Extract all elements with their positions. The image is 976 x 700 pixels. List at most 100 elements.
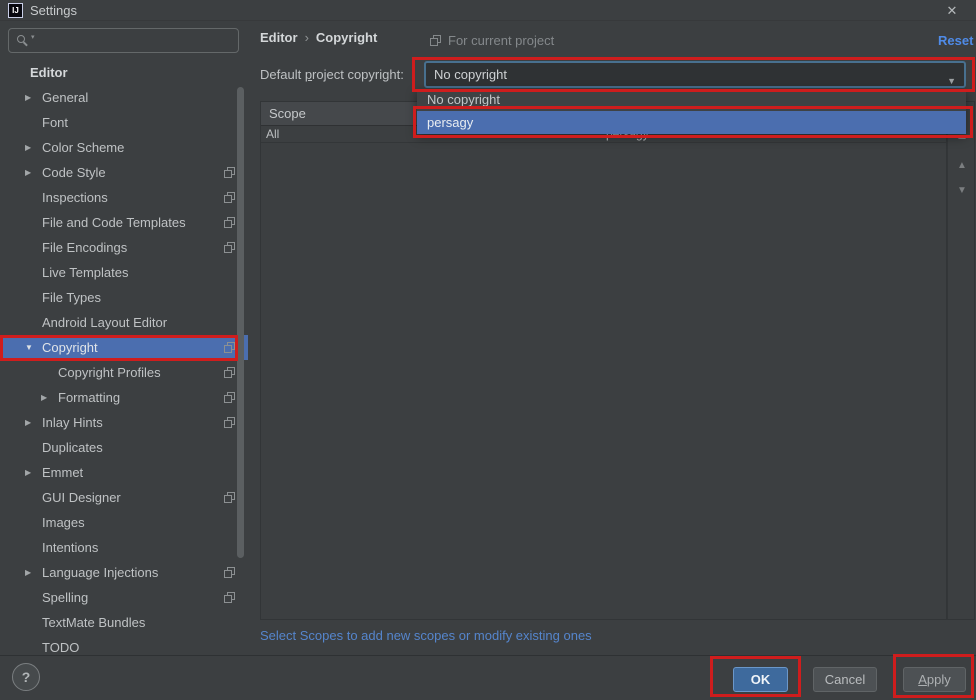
default-copyright-label: Default project copyright:: [260, 67, 404, 82]
sidebar-item[interactable]: Duplicates: [0, 435, 248, 460]
sidebar-item[interactable]: ▶ General: [0, 85, 248, 110]
dialog-footer: ? OK Cancel Apply: [0, 655, 976, 700]
per-project-icon: [224, 367, 235, 378]
settings-tree-panel: Editor ▶ General Font ▶ Color Scheme ▶ C…: [0, 60, 248, 655]
sidebar-item-label: Language Injections: [42, 565, 158, 580]
sidebar-item[interactable]: Copyright Profiles: [0, 360, 248, 385]
breadcrumb-section[interactable]: Editor: [260, 30, 298, 45]
breadcrumb-page: Copyright: [316, 30, 377, 45]
per-project-icon: [224, 592, 235, 603]
settings-tree: ▶ General Font ▶ Color Scheme ▶ Code Sty…: [0, 85, 248, 655]
move-down-icon[interactable]: ▼: [948, 185, 976, 196]
apply-button[interactable]: Apply: [903, 667, 966, 692]
per-project-icon: [224, 417, 235, 428]
dropdown-option-persagy[interactable]: persagy: [417, 111, 966, 134]
sidebar-item-label: Color Scheme: [42, 140, 124, 155]
tree-toggle-icon[interactable]: ▶: [24, 143, 42, 152]
per-project-icon: [224, 242, 235, 253]
sidebar-item[interactable]: TextMate Bundles: [0, 610, 248, 635]
breadcrumb-separator-icon: ›: [305, 30, 309, 45]
dropdown-option-no-copyright[interactable]: No copyright: [417, 89, 966, 111]
tree-toggle-icon[interactable]: ▶: [24, 568, 42, 577]
window-titlebar: IJ Settings ✕: [0, 0, 976, 21]
table-toolbar: − ▲ ▼: [947, 101, 975, 620]
sidebar-item[interactable]: Live Templates: [0, 260, 248, 285]
default-copyright-combobox[interactable]: No copyright ▼: [424, 61, 966, 88]
per-project-icon: [224, 492, 235, 503]
settings-search-box[interactable]: ▾: [8, 28, 239, 53]
move-up-icon[interactable]: ▲: [948, 160, 976, 171]
tree-section-editor: Editor: [0, 60, 248, 85]
sidebar-item-label: Images: [42, 515, 85, 530]
intellij-logo-icon: IJ: [8, 3, 23, 18]
combobox-value: No copyright: [434, 67, 507, 82]
sidebar-item-label: Inspections: [42, 190, 108, 205]
sidebar-item[interactable]: Images: [0, 510, 248, 535]
sidebar-item-label: TextMate Bundles: [42, 615, 145, 630]
sidebar-scrollbar-thumb[interactable]: [237, 87, 244, 558]
sidebar-item-label: Android Layout Editor: [42, 315, 167, 330]
sidebar-item[interactable]: File Encodings: [0, 235, 248, 260]
sidebar-item[interactable]: File Types: [0, 285, 248, 310]
sidebar-item[interactable]: Intentions: [0, 535, 248, 560]
sidebar-item[interactable]: ▶ Language Injections: [0, 560, 248, 585]
sidebar-item[interactable]: File and Code Templates: [0, 210, 248, 235]
tree-toggle-icon[interactable]: ▶: [24, 93, 42, 102]
tree-toggle-icon[interactable]: ▼: [24, 343, 42, 352]
for-current-project-label: For current project: [430, 33, 554, 48]
sidebar-item-label: Inlay Hints: [42, 415, 103, 430]
sidebar-item[interactable]: Inspections: [0, 185, 248, 210]
sidebar-item[interactable]: ▶ Emmet: [0, 460, 248, 485]
tree-toggle-icon[interactable]: ▶: [24, 418, 42, 427]
sidebar-item[interactable]: GUI Designer: [0, 485, 248, 510]
sidebar-item-label: Live Templates: [42, 265, 128, 280]
sidebar-item-label: Font: [42, 115, 68, 130]
cancel-button[interactable]: Cancel: [813, 667, 877, 692]
tree-toggle-icon[interactable]: ▶: [24, 468, 42, 477]
sidebar-item-label: File Types: [42, 290, 101, 305]
sidebar-item-label: Spelling: [42, 590, 88, 605]
sidebar-item-label: GUI Designer: [42, 490, 121, 505]
sidebar-item-label: Code Style: [42, 165, 106, 180]
help-icon[interactable]: ?: [12, 663, 40, 691]
ok-button[interactable]: OK: [733, 667, 788, 692]
per-project-icon: [224, 192, 235, 203]
search-input[interactable]: [41, 30, 231, 51]
sidebar-item-label: Duplicates: [42, 440, 103, 455]
sidebar-item[interactable]: ▶ Code Style: [0, 160, 248, 185]
sidebar-item-label: General: [42, 90, 88, 105]
breadcrumb: Editor › Copyright: [260, 30, 377, 45]
per-project-icon: [224, 567, 235, 578]
sidebar-item[interactable]: ▼ Copyright: [0, 335, 248, 360]
sidebar-item[interactable]: ▶ Formatting: [0, 385, 248, 410]
sidebar-item-label: File and Code Templates: [42, 215, 186, 230]
sidebar-item[interactable]: Font: [0, 110, 248, 135]
per-project-icon: [224, 217, 235, 228]
search-caret-icon: ▾: [31, 33, 35, 41]
tree-toggle-icon[interactable]: ▶: [24, 168, 42, 177]
sidebar-item[interactable]: ▶ Inlay Hints: [0, 410, 248, 435]
sidebar-item-label: TODO: [42, 640, 79, 655]
for-current-project-text: For current project: [448, 33, 554, 48]
close-icon[interactable]: ✕: [941, 1, 963, 20]
tree-toggle-icon[interactable]: ▶: [40, 393, 58, 402]
copyright-dropdown-popup: No copyright persagy: [417, 89, 966, 134]
sidebar-item[interactable]: TODO: [0, 635, 248, 655]
sidebar-item-label: Formatting: [58, 390, 120, 405]
window-title: Settings: [30, 3, 77, 18]
sidebar-item[interactable]: Android Layout Editor: [0, 310, 248, 335]
sidebar-item-label: Copyright: [42, 340, 98, 355]
select-scopes-link[interactable]: Select Scopes to add new scopes or modif…: [260, 628, 592, 643]
sidebar-item-label: Emmet: [42, 465, 83, 480]
per-project-icon: [224, 342, 235, 353]
per-project-icon: [430, 35, 441, 46]
sidebar-item[interactable]: ▶ Color Scheme: [0, 135, 248, 160]
search-icon: [17, 35, 25, 43]
sidebar-item[interactable]: Spelling: [0, 585, 248, 610]
sidebar-item-label: Copyright Profiles: [58, 365, 161, 380]
per-project-icon: [224, 392, 235, 403]
per-project-icon: [224, 167, 235, 178]
scope-table: Scope All persagy: [260, 101, 947, 620]
reset-link[interactable]: Reset: [938, 33, 973, 48]
sidebar-item-label: File Encodings: [42, 240, 127, 255]
